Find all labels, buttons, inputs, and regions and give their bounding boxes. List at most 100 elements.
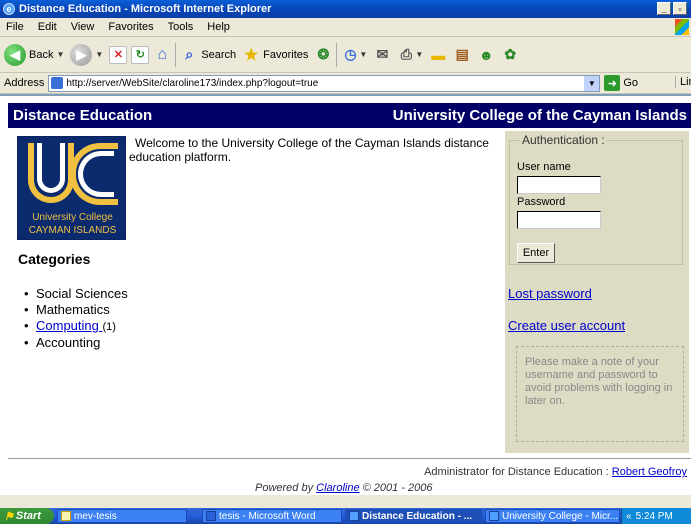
admin-name-link[interactable]: Robert Geofroy	[612, 466, 687, 478]
back-label: Back	[29, 48, 54, 61]
go-arrow-icon: ➜	[604, 75, 621, 91]
links-label[interactable]: Links	[675, 76, 691, 88]
auth-legend: Authentication :	[520, 133, 607, 147]
messenger-icon[interactable]: ☻	[477, 46, 495, 64]
logo-text-line2: CAYMAN ISLANDS	[28, 225, 117, 236]
menu-view[interactable]: View	[71, 21, 95, 33]
tray-expand-icon[interactable]: «	[626, 511, 632, 522]
password-label: Password	[517, 196, 566, 208]
folder-icon[interactable]: ▬	[429, 46, 447, 64]
discuss-icon[interactable]: ✿	[501, 46, 519, 64]
dropdown-arrow-icon[interactable]: ▼	[56, 50, 64, 59]
taskbar-item[interactable]: University College - Micr...	[485, 509, 620, 523]
search-icon: ⌕	[185, 46, 194, 62]
category-item: Accounting	[24, 335, 128, 351]
back-button[interactable]: ◀ Back ▼	[4, 43, 64, 66]
word-icon	[206, 511, 216, 521]
ie-icon	[489, 511, 499, 521]
claroline-link[interactable]: Claroline	[316, 482, 359, 494]
login-note: Please make a note of your username and …	[516, 346, 684, 442]
favorites-label: Favorites	[263, 48, 309, 61]
site-header: Distance Education University College of…	[8, 103, 691, 128]
folder-icon	[61, 511, 71, 521]
back-arrow-icon: ◀	[4, 43, 26, 66]
menu-edit[interactable]: Edit	[38, 21, 57, 33]
password-input[interactable]	[517, 211, 601, 229]
footer-powered: Powered by Claroline © 2001 - 2006	[255, 482, 433, 494]
maximize-icon[interactable]: ▫	[673, 2, 687, 15]
stop-icon[interactable]: ✕	[109, 45, 128, 64]
create-account-link[interactable]: Create user account	[508, 318, 625, 333]
clock: 5:24 PM	[635, 510, 673, 522]
window-controls: _ ▫	[657, 2, 687, 15]
taskbar-item[interactable]: mev-tesis	[57, 509, 187, 523]
username-label: User name	[517, 161, 571, 173]
window-title: Distance Education - Microsoft Internet …	[19, 3, 272, 15]
college-logo: University College CAYMAN ISLANDS	[17, 136, 126, 240]
menu-tools[interactable]: Tools	[168, 21, 194, 33]
address-url: http://server/WebSite/claroline173/index…	[66, 77, 319, 89]
address-dropdown-icon[interactable]: ▼	[584, 75, 600, 91]
windows-logo-icon	[675, 19, 689, 35]
categories-list: Social Sciences Mathematics Computing (1…	[24, 286, 128, 351]
footer-divider	[8, 458, 691, 459]
media-icon[interactable]: ❂	[314, 46, 332, 64]
page-icon	[51, 77, 64, 89]
windows-flag-icon: ⚑	[4, 510, 14, 523]
search-label: Search	[201, 48, 237, 61]
toolbar: ◀ Back ▼ ▶ ▼ ✕ ↻ ⌂ ⌕ Search ★ Favorites …	[0, 37, 691, 73]
forward-button[interactable]: ▶ ▼	[70, 43, 103, 66]
go-button[interactable]: ➜ Go	[604, 75, 638, 91]
category-count: (1)	[102, 321, 116, 333]
welcome-text: Welcome to the University College of the…	[129, 136, 489, 164]
address-label: Address	[4, 77, 45, 89]
refresh-icon[interactable]: ↻	[131, 45, 150, 64]
site-title-left: Distance Education	[13, 107, 153, 124]
toolbar-separator	[336, 42, 338, 67]
dropdown-arrow-icon[interactable]: ▼	[415, 50, 423, 59]
menu-help[interactable]: Help	[207, 21, 230, 33]
category-link-computing[interactable]: Computing	[36, 318, 102, 333]
auth-sidebar: Authentication : User name Password Ente…	[505, 131, 689, 453]
address-bar: Address http://server/WebSite/claroline1…	[0, 73, 691, 94]
logo-text-line1: University College	[32, 212, 113, 223]
home-icon[interactable]: ⌂	[153, 46, 171, 64]
authentication-box: Authentication : User name Password Ente…	[509, 133, 683, 265]
print-icon[interactable]: ⎙	[397, 46, 415, 64]
footer-admin: Administrator for Distance Education : R…	[424, 466, 687, 478]
toolbar-separator	[175, 42, 177, 67]
menu-favorites[interactable]: Favorites	[108, 21, 153, 33]
ie-logo-icon: e	[3, 3, 15, 15]
ie-icon	[349, 511, 359, 521]
taskbar-item-active[interactable]: Distance Education - ...	[345, 509, 482, 523]
research-icon[interactable]: ▤	[453, 46, 471, 64]
dropdown-arrow-icon[interactable]: ▼	[359, 50, 367, 59]
start-button[interactable]: ⚑ Start	[0, 508, 54, 524]
enter-button[interactable]: Enter	[517, 243, 555, 263]
lost-password-link[interactable]: Lost password	[508, 286, 592, 301]
menu-file[interactable]: File	[6, 21, 24, 33]
category-item: Social Sciences	[24, 286, 128, 302]
favorites-button[interactable]: ★ Favorites	[242, 46, 308, 64]
system-tray: « 5:24 PM	[621, 508, 691, 524]
search-button[interactable]: ⌕ Search	[180, 46, 236, 64]
categories-title: Categories	[18, 251, 91, 267]
site-title-right: University College of the Cayman Islands	[392, 107, 687, 124]
forward-arrow-icon: ▶	[70, 43, 93, 66]
uc-logo-mark	[24, 141, 120, 207]
go-label: Go	[623, 77, 639, 89]
taskbar: ⚑ Start mev-tesis tesis - Microsoft Word…	[0, 508, 691, 524]
category-item: Computing (1)	[24, 318, 128, 335]
browser-window: e Distance Education - Microsoft Interne…	[0, 0, 691, 524]
title-bar: e Distance Education - Microsoft Interne…	[0, 0, 691, 18]
taskbar-item[interactable]: tesis - Microsoft Word	[202, 509, 342, 523]
minimize-icon[interactable]: _	[657, 2, 671, 15]
mail-icon[interactable]: ✉	[373, 46, 391, 64]
menu-bar: File Edit View Favorites Tools Help	[0, 18, 691, 37]
history-icon[interactable]: ◷	[341, 46, 359, 64]
page-content: Distance Education University College of…	[0, 94, 691, 495]
address-input[interactable]: http://server/WebSite/claroline173/index…	[48, 74, 601, 92]
username-input[interactable]	[517, 176, 601, 194]
dropdown-arrow-icon[interactable]: ▼	[95, 50, 103, 59]
star-icon: ★	[244, 46, 259, 64]
